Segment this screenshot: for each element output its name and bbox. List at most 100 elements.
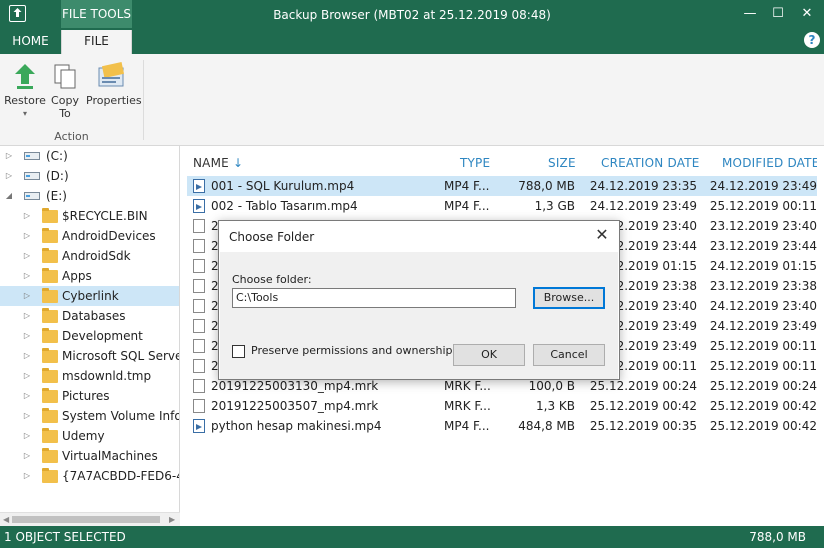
tree-item[interactable]: ▷ Pictures xyxy=(0,386,179,406)
tree-item[interactable]: ▷ (C:) xyxy=(0,146,179,166)
tree-item[interactable]: ▷ Apps xyxy=(0,266,179,286)
scroll-right-icon[interactable]: ▶ xyxy=(169,513,175,526)
dialog-close-icon[interactable]: ✕ xyxy=(593,225,611,244)
file-size: 1,3 KB xyxy=(536,399,575,413)
collapsed-arrow-icon[interactable]: ▷ xyxy=(23,266,31,286)
tree-item-label: (E:) xyxy=(46,189,67,203)
help-icon[interactable]: ? xyxy=(804,32,820,48)
file-modified: 24.12.2019 23:49 xyxy=(709,319,817,333)
folder-tree[interactable]: ▷ (C:) ▷ (D:) ◢ (E:) ▷ $RECYCLE.BIN ▷ AndroidDevi… xyxy=(0,146,180,512)
file-modified: 25.12.2019 00:11 xyxy=(709,339,817,353)
tree-item[interactable]: ▷ $RECYCLE.BIN xyxy=(0,206,179,226)
window-title: Backup Browser (MBT02 at 25.12.2019 08:4… xyxy=(273,8,551,22)
column-header-size[interactable]: SIZE xyxy=(548,156,576,170)
properties-button[interactable]: Properties xyxy=(86,60,142,107)
file-row[interactable]: 002 - Tablo Tasarım.mp4 MP4 F... 1,3 GB 24.… xyxy=(187,196,817,216)
tree-item[interactable]: ▷ Development xyxy=(0,326,179,346)
tree-item-label: $RECYCLE.BIN xyxy=(62,209,148,223)
file-modified: 25.12.2019 00:42 xyxy=(709,419,817,433)
tree-item-label: Microsoft SQL Server xyxy=(62,349,180,363)
document-file-icon xyxy=(193,299,205,313)
expanded-arrow-icon[interactable]: ◢ xyxy=(5,186,13,206)
tree-horizontal-scrollbar[interactable]: ◀ ▶ xyxy=(0,512,180,526)
tree-item[interactable]: ▷ Cyberlink xyxy=(0,286,179,306)
tree-item[interactable]: ▷ Microsoft SQL Server xyxy=(0,346,180,366)
maximize-button[interactable]: ☐ xyxy=(769,5,787,23)
tree-item[interactable]: ▷ AndroidDevices xyxy=(0,226,179,246)
tree-item[interactable]: ▷ System Volume Inform xyxy=(0,406,179,426)
file-created: 24.12.2019 23:35 xyxy=(589,179,697,193)
document-file-icon xyxy=(193,399,205,413)
dialog-title: Choose Folder xyxy=(229,230,315,244)
minimize-button[interactable]: — xyxy=(741,5,759,23)
folder-path-input[interactable]: C:\Tools xyxy=(232,288,516,308)
file-size: 484,8 MB xyxy=(518,419,575,433)
selection-size: 788,0 MB xyxy=(749,530,806,544)
tree-item[interactable]: ▷ msdownld.tmp xyxy=(0,366,179,386)
selection-status: 1 OBJECT SELECTED xyxy=(4,530,126,544)
column-header-name[interactable]: NAME ↓ xyxy=(193,156,243,170)
file-name: 001 - SQL Kurulum.mp4 xyxy=(211,179,355,193)
column-header-created[interactable]: CREATION DATE xyxy=(601,156,700,170)
tree-item[interactable]: ▷ VirtualMachines xyxy=(0,446,179,466)
preserve-permissions-label[interactable]: Preserve permissions and ownership xyxy=(251,344,453,357)
tree-item[interactable]: ▷ Databases xyxy=(0,306,179,326)
properties-label: Properties xyxy=(86,94,142,107)
tab-home[interactable]: HOME xyxy=(0,30,61,54)
folder-icon xyxy=(42,348,58,363)
file-row[interactable]: 001 - SQL Kurulum.mp4 MP4 F... 788,0 MB 24.… xyxy=(187,176,817,196)
document-file-icon xyxy=(193,319,205,333)
tree-item-label: msdownld.tmp xyxy=(62,369,152,383)
scrollbar-thumb[interactable] xyxy=(12,516,160,523)
tree-item[interactable]: ▷ (D:) xyxy=(0,166,179,186)
preserve-permissions-checkbox[interactable] xyxy=(232,345,245,358)
file-row[interactable]: python hesap makinesi.mp4 MP4 F... 484,8 M… xyxy=(187,416,817,436)
scroll-left-icon[interactable]: ◀ xyxy=(3,513,9,526)
collapsed-arrow-icon[interactable]: ▷ xyxy=(23,206,31,226)
collapsed-arrow-icon[interactable]: ▷ xyxy=(23,406,31,426)
file-name: 002 - Tablo Tasarım.mp4 xyxy=(211,199,358,213)
collapsed-arrow-icon[interactable]: ▷ xyxy=(23,426,31,446)
document-file-icon xyxy=(193,239,205,253)
close-window-button[interactable]: ✕ xyxy=(798,5,816,23)
list-vertical-scrollbar[interactable] xyxy=(817,146,824,526)
choose-folder-label: Choose folder: xyxy=(232,273,312,286)
collapsed-arrow-icon[interactable]: ▷ xyxy=(23,346,31,366)
folder-icon xyxy=(42,328,58,343)
tab-file[interactable]: FILE xyxy=(61,30,132,54)
cancel-button[interactable]: Cancel xyxy=(533,344,605,366)
tree-item-label: AndroidSdk xyxy=(62,249,131,263)
file-type: MP4 F... xyxy=(444,419,490,433)
ok-button[interactable]: OK xyxy=(453,344,525,366)
collapsed-arrow-icon[interactable]: ▷ xyxy=(23,446,31,466)
tree-item[interactable]: ▷ AndroidSdk xyxy=(0,246,179,266)
file-row[interactable]: 20191225003507_mp4.mrk MRK F... 1,3 KB 25.1… xyxy=(187,396,817,416)
collapsed-arrow-icon[interactable]: ▷ xyxy=(23,306,31,326)
collapsed-arrow-icon[interactable]: ▷ xyxy=(5,166,13,186)
media-file-icon xyxy=(193,179,205,193)
collapsed-arrow-icon[interactable]: ▷ xyxy=(23,326,31,346)
tree-item[interactable]: ◢ (E:) xyxy=(0,186,179,206)
collapsed-arrow-icon[interactable]: ▷ xyxy=(23,386,31,406)
column-header-modified[interactable]: MODIFIED DATE xyxy=(722,156,819,170)
document-file-icon xyxy=(193,359,205,373)
tree-item[interactable]: ▷ {7A7ACBDD-FED6-4ec xyxy=(0,466,179,486)
collapsed-arrow-icon[interactable]: ▷ xyxy=(23,226,31,246)
collapsed-arrow-icon[interactable]: ▷ xyxy=(23,246,31,266)
restore-button[interactable]: Restore ▾ xyxy=(4,60,46,120)
browse-button[interactable]: Browse... xyxy=(533,287,605,309)
title-bar: FILE TOOLS Backup Browser (MBT02 at 25.1… xyxy=(0,0,824,30)
tree-item-label: System Volume Inform xyxy=(62,409,179,423)
tree-item[interactable]: ▷ Udemy xyxy=(0,426,179,446)
column-header-type[interactable]: TYPE xyxy=(460,156,490,170)
drive-icon xyxy=(24,192,40,200)
collapsed-arrow-icon[interactable]: ▷ xyxy=(23,366,31,386)
file-modified: 23.12.2019 23:38 xyxy=(709,279,817,293)
file-type: MP4 F... xyxy=(444,199,490,213)
collapsed-arrow-icon[interactable]: ▷ xyxy=(23,286,31,306)
collapsed-arrow-icon[interactable]: ▷ xyxy=(23,466,31,486)
copy-to-button[interactable]: Copy To xyxy=(48,60,82,120)
file-modified: 25.12.2019 00:11 xyxy=(709,359,817,373)
tree-item-label: Development xyxy=(62,329,143,343)
collapsed-arrow-icon[interactable]: ▷ xyxy=(5,146,13,166)
